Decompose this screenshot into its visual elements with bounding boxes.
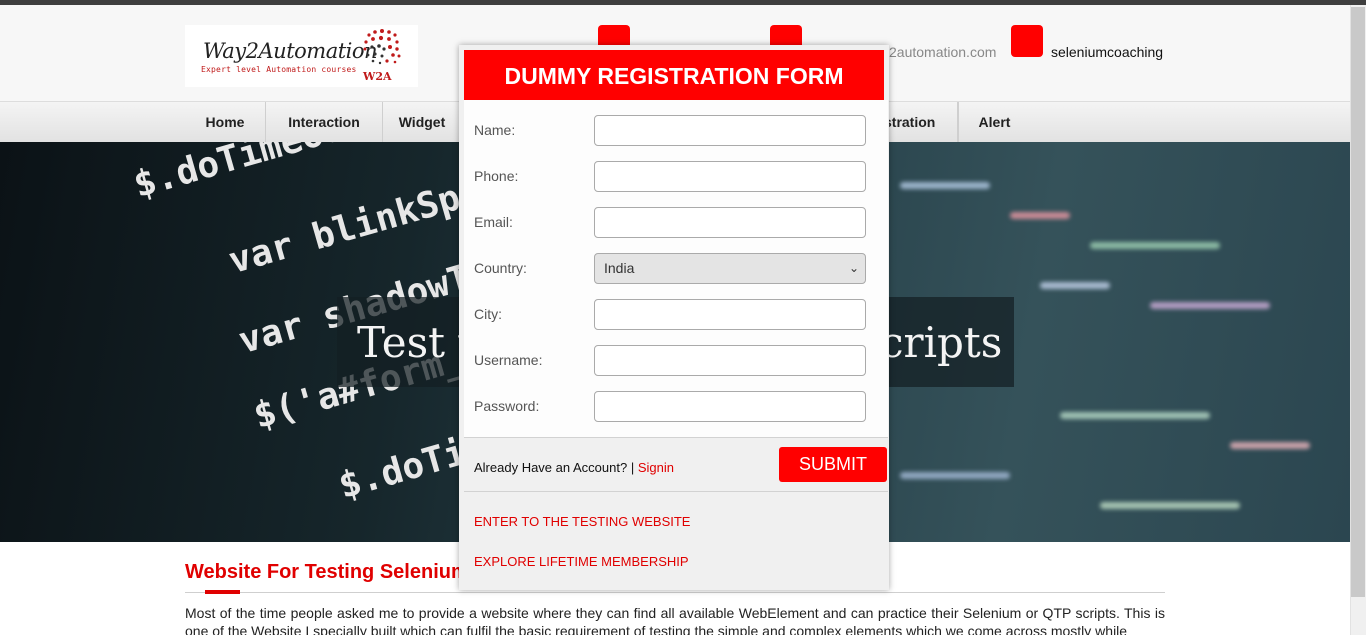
links-divider (464, 491, 888, 492)
blurred-code (900, 182, 990, 189)
site-logo[interactable]: Way2Automation Expert level Automation c… (185, 25, 418, 87)
section-title: Website For Testing Selenium (185, 561, 469, 583)
logo-subtitle: Expert level Automation courses (201, 65, 357, 74)
phone-field[interactable] (594, 161, 866, 192)
chevron-down-icon[interactable]: ⌄ (849, 261, 859, 275)
skype-icon[interactable] (1011, 25, 1043, 57)
logo-brand: W2A (363, 70, 392, 83)
blurred-code (1040, 282, 1110, 289)
already-account-label: Already Have an Account? | (474, 460, 635, 475)
already-account-text: Already Have an Account? | Signin (474, 460, 674, 475)
country-label: Country: (474, 260, 527, 276)
explore-membership-link[interactable]: EXPLORE LIFETIME MEMBERSHIP (474, 554, 689, 569)
nav-item-widget[interactable]: Widget (383, 102, 461, 142)
enter-testing-website-link[interactable]: ENTER TO THE TESTING WEBSITE (474, 514, 690, 529)
skype-text[interactable]: seleniumcoaching (1051, 44, 1163, 60)
section-divider-accent (205, 590, 240, 594)
blurred-code (1060, 412, 1210, 419)
blurred-code (1010, 212, 1070, 219)
blurred-code (1100, 502, 1240, 509)
name-field[interactable] (594, 115, 866, 146)
hero-tagline-tail: cripts (880, 318, 1003, 367)
country-selected-value: India (604, 260, 635, 276)
modal-title: DUMMY REGISTRATION FORM (464, 50, 884, 100)
nav-item-alert[interactable]: Alert (958, 102, 1030, 142)
scrollbar-thumb[interactable] (1351, 7, 1365, 597)
nav-item-registration[interactable]: stration (884, 102, 958, 142)
city-field[interactable] (594, 299, 866, 330)
section-divider (185, 592, 1165, 593)
password-field[interactable] (594, 391, 866, 422)
blurred-code (900, 472, 1010, 479)
blurred-code (1230, 442, 1310, 449)
username-field[interactable] (594, 345, 866, 376)
form-divider (464, 437, 888, 438)
nav-item-home[interactable]: Home (185, 102, 266, 142)
code-line: $.doTi (334, 431, 471, 508)
country-select[interactable]: India (594, 253, 866, 284)
name-label: Name: (474, 122, 516, 138)
nav-item-interaction[interactable]: Interaction (266, 102, 383, 142)
intro-paragraph: Most of the time people asked me to prov… (185, 605, 1165, 635)
username-label: Username: (474, 352, 543, 368)
email-text[interactable]: 2automation.com (889, 44, 996, 60)
phone-label: Phone: (474, 168, 519, 184)
password-label: Password: (474, 398, 540, 414)
blurred-code (1150, 302, 1270, 309)
blurred-code (1090, 242, 1220, 249)
email-field[interactable] (594, 207, 866, 238)
logo-globe-icon (363, 29, 401, 65)
city-label: City: (474, 306, 502, 322)
submit-button[interactable]: SUBMIT (779, 447, 887, 482)
email-label: Email: (474, 214, 513, 230)
logo-title: Way2Automation (203, 39, 378, 63)
signin-link[interactable]: Signin (638, 460, 674, 475)
